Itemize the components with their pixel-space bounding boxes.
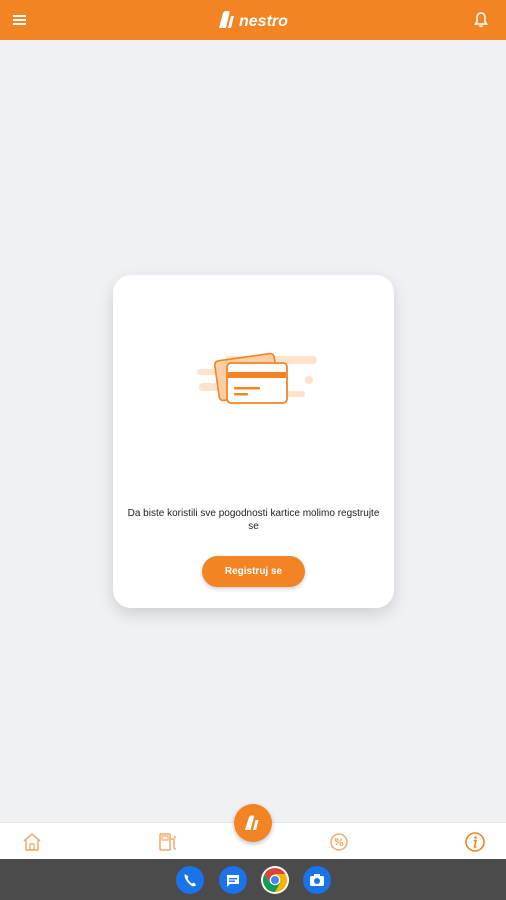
brand-text: nestro bbox=[239, 13, 288, 30]
register-button[interactable]: Registruj se bbox=[202, 556, 305, 587]
chrome-icon[interactable] bbox=[261, 866, 289, 894]
nestro-logo-icon bbox=[245, 815, 259, 830]
nav-home-icon[interactable] bbox=[21, 831, 43, 853]
hamburger-menu-icon[interactable] bbox=[12, 12, 28, 28]
nav-nestro-logo-button[interactable] bbox=[234, 804, 272, 842]
cards-illustration bbox=[197, 345, 319, 411]
registration-message: Da biste koristili sve pogodnosti kartic… bbox=[127, 508, 380, 532]
nav-fuel-pump-icon[interactable] bbox=[157, 831, 179, 853]
messages-icon[interactable] bbox=[219, 866, 247, 894]
nestro-logo: nestro bbox=[215, 8, 295, 32]
system-dock bbox=[0, 859, 506, 900]
nav-coupon-icon[interactable] bbox=[328, 831, 350, 853]
nav-info-icon[interactable] bbox=[464, 831, 486, 853]
bell-icon[interactable] bbox=[472, 11, 490, 29]
camera-icon[interactable] bbox=[303, 866, 331, 894]
app-header: nestro bbox=[0, 0, 506, 40]
card-registration-panel: Da biste koristili sve pogodnosti kartic… bbox=[113, 275, 394, 608]
phone-icon[interactable] bbox=[176, 866, 204, 894]
